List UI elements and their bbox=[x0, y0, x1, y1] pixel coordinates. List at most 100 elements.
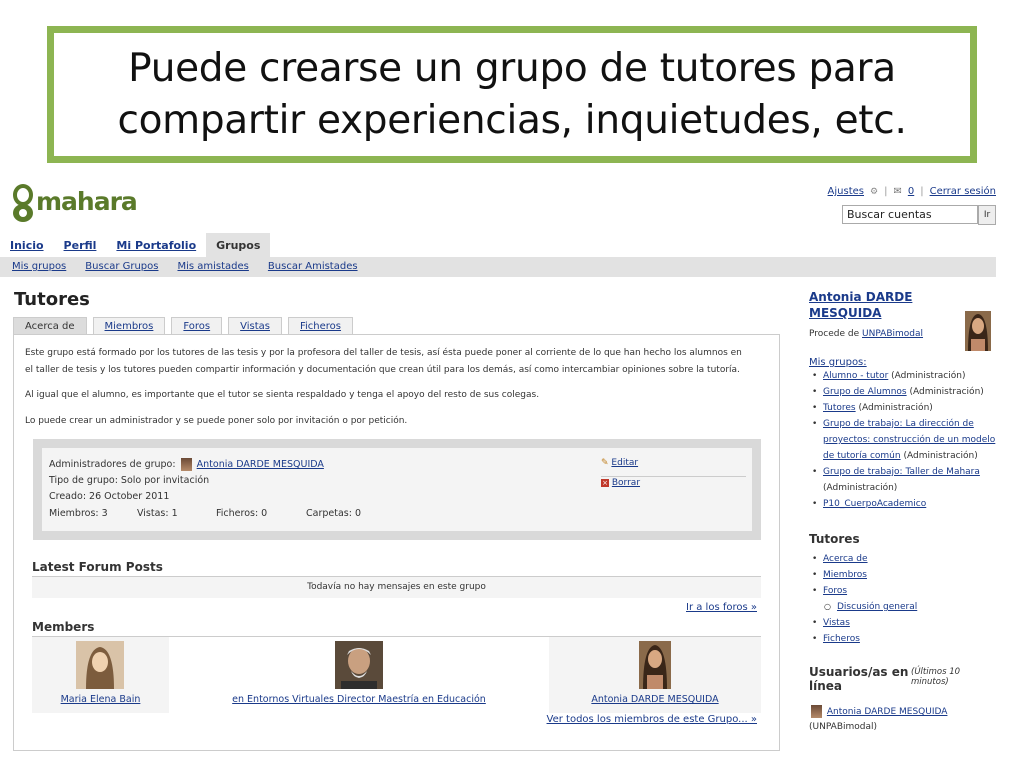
tab-foros[interactable]: Foros bbox=[171, 317, 223, 334]
edit-link[interactable]: Editar bbox=[611, 458, 638, 468]
group-link[interactable]: de tutoría común bbox=[823, 451, 901, 461]
member-card[interactable]: Maria Elena Bain bbox=[32, 637, 169, 713]
group-role: (Administración) bbox=[823, 483, 898, 493]
goto-forums-link[interactable]: Ir a los foros » bbox=[686, 602, 757, 613]
all-members-link[interactable]: Ver todos los miembros de este Grupo... … bbox=[547, 714, 757, 725]
list-item: Grupo de trabajo: La dirección de proyec… bbox=[809, 416, 999, 464]
sidebar-link-ficheros[interactable]: Ficheros bbox=[823, 634, 860, 644]
mahara-leaf-icon bbox=[13, 184, 33, 222]
group-link[interactable]: Grupo de Alumnos bbox=[823, 387, 907, 397]
list-item: P10_CuerpoAcademico bbox=[809, 496, 999, 512]
subnav-mis-amistades[interactable]: Mis amistades bbox=[177, 261, 248, 273]
group-role: (Administración) bbox=[909, 387, 984, 397]
sidebar-user-name-line-1[interactable]: Antonia DARDE bbox=[809, 289, 999, 305]
separator: | bbox=[920, 186, 924, 197]
delete-icon: × bbox=[601, 479, 609, 487]
user-links: Ajustes ⚙ | ✉ 0 | Cerrar sesión bbox=[828, 186, 996, 197]
member-card[interactable]: Antonia DARDE MESQUIDA bbox=[549, 637, 761, 713]
member-card[interactable]: en Entornos Virtuales Director Maestría … bbox=[169, 637, 549, 713]
search-button[interactable]: Ir bbox=[978, 205, 996, 225]
group-link[interactable]: Alumno - tutor bbox=[823, 371, 888, 381]
slide-title-line-2: compartir experiencias, inquietudes, etc… bbox=[117, 97, 907, 143]
forum-empty-message: Todavía no hay mensajes en este grupo bbox=[32, 576, 761, 598]
group-tabs: Acerca de Miembros Foros Vistas Ficheros bbox=[13, 317, 354, 334]
group-role: (Administración) bbox=[858, 403, 933, 413]
sidebar-group-heading: Tutores bbox=[809, 532, 860, 546]
mail-icon[interactable]: ✉ bbox=[893, 186, 901, 197]
main-nav: Inicio Perfil Mi Portafolio Grupos bbox=[0, 233, 271, 257]
tab-ficheros[interactable]: Ficheros bbox=[288, 317, 354, 334]
subnav-mis-grupos[interactable]: Mis grupos bbox=[12, 261, 66, 273]
slide-title-box: Puede crearse un grupo de tutores para c… bbox=[47, 26, 977, 163]
online-note: (Últimos 10 minutos) bbox=[911, 667, 961, 687]
sidebar-link-discusion-general[interactable]: Discusión general bbox=[837, 602, 917, 612]
description-line-1: Este grupo está formado por los tutores … bbox=[25, 348, 742, 358]
members-heading: Members bbox=[32, 620, 95, 634]
list-item: Vistas bbox=[809, 615, 999, 631]
admins-label: Administradores de grupo: bbox=[49, 459, 176, 470]
sidebar-link-miembros[interactable]: Miembros bbox=[823, 570, 867, 580]
nav-perfil[interactable]: Perfil bbox=[54, 233, 107, 257]
group-panel: Este grupo está formado por los tutores … bbox=[13, 334, 780, 751]
member-name[interactable]: Antonia DARDE MESQUIDA bbox=[549, 694, 761, 705]
member-name[interactable]: en Entornos Virtuales Director Maestría … bbox=[169, 694, 549, 705]
group-folders-count: Carpetas: 0 bbox=[306, 508, 361, 519]
sidebar-link-vistas[interactable]: Vistas bbox=[823, 618, 850, 628]
tab-miembros[interactable]: Miembros bbox=[92, 317, 166, 334]
online-users-header: Usuarios/as en línea (Últimos 10 minutos… bbox=[809, 665, 999, 699]
group-link[interactable]: Tutores bbox=[823, 403, 856, 413]
logout-link[interactable]: Cerrar sesión bbox=[930, 186, 996, 197]
list-item: Miembros bbox=[809, 567, 999, 583]
group-created: Creado: 26 October 2011 bbox=[49, 491, 170, 502]
mahara-logo[interactable]: mahara bbox=[10, 182, 138, 224]
nav-grupos[interactable]: Grupos bbox=[206, 233, 271, 257]
subnav-buscar-amistades[interactable]: Buscar Amistades bbox=[268, 261, 358, 273]
online-user-avatar bbox=[811, 705, 822, 718]
separator: | bbox=[884, 186, 888, 197]
from-label: Procede de bbox=[809, 329, 860, 339]
group-link[interactable]: Grupo de trabajo: La dirección de bbox=[823, 419, 974, 429]
sidebar-link-acerca-de[interactable]: Acerca de bbox=[823, 554, 868, 564]
list-item: Grupo de trabajo: Taller de Mahara (Admin… bbox=[809, 464, 999, 496]
admin-avatar bbox=[180, 458, 192, 471]
admin-name-link[interactable]: Antonia DARDE MESQUIDA bbox=[197, 459, 324, 470]
from-institution-link[interactable]: UNPABimodal bbox=[862, 329, 923, 339]
online-user-institution: (UNPABimodal) bbox=[809, 722, 878, 732]
group-role: (Administración) bbox=[903, 451, 978, 461]
forum-heading: Latest Forum Posts bbox=[32, 560, 163, 574]
online-user-link[interactable]: Antonia DARDE MESQUIDA bbox=[827, 707, 948, 717]
sidebar-link-foros[interactable]: Foros bbox=[823, 586, 847, 596]
nav-mi-portafolio[interactable]: Mi Portafolio bbox=[106, 233, 206, 257]
search-accounts-input[interactable] bbox=[842, 205, 978, 224]
tab-acerca-de[interactable]: Acerca de bbox=[13, 317, 87, 334]
delete-link[interactable]: Borrar bbox=[612, 478, 640, 488]
group-members-count: Miembros: 3 bbox=[49, 508, 108, 519]
member-photo bbox=[335, 641, 383, 689]
settings-link[interactable]: Ajustes bbox=[828, 186, 864, 197]
list-item: Acerca de bbox=[809, 551, 999, 567]
list-item: Ficheros bbox=[809, 631, 999, 647]
group-link[interactable]: proyectos: construcción de un modelo bbox=[823, 435, 995, 445]
list-item: Foros bbox=[809, 583, 999, 599]
group-info-box: Administradores de grupo: Antonia DARDE … bbox=[33, 439, 761, 540]
logo-text: mahara bbox=[36, 187, 138, 216]
member-name[interactable]: Maria Elena Bain bbox=[32, 694, 169, 705]
inbox-count[interactable]: 0 bbox=[908, 186, 914, 197]
slide-title-line-1: Puede crearse un grupo de tutores para bbox=[128, 45, 896, 91]
subnav-buscar-grupos[interactable]: Buscar Grupos bbox=[85, 261, 158, 273]
my-groups-list: Alumno - tutor (Administración) Grupo de… bbox=[809, 368, 999, 512]
my-groups-heading[interactable]: Mis grupos: bbox=[809, 357, 999, 368]
group-views-count: Vistas: 1 bbox=[137, 508, 178, 519]
group-link[interactable]: Grupo de trabajo: Taller de Mahara bbox=[823, 467, 980, 477]
group-link[interactable]: P10_CuerpoAcademico bbox=[823, 499, 926, 509]
list-item: Discusión general bbox=[809, 599, 999, 615]
admins-row: Administradores de grupo: Antonia DARDE … bbox=[49, 458, 324, 471]
group-title: Tutores bbox=[14, 289, 90, 310]
nav-inicio[interactable]: Inicio bbox=[0, 233, 54, 257]
description-line-3: Al igual que el alumno, es importante qu… bbox=[25, 390, 540, 400]
list-item: Alumno - tutor (Administración) bbox=[809, 368, 999, 384]
tab-vistas[interactable]: Vistas bbox=[228, 317, 282, 334]
settings-icon: ⚙ bbox=[870, 186, 879, 197]
sidebar-user-photo[interactable] bbox=[965, 311, 991, 351]
sub-nav: Mis grupos Buscar Grupos Mis amistades B… bbox=[0, 257, 996, 277]
